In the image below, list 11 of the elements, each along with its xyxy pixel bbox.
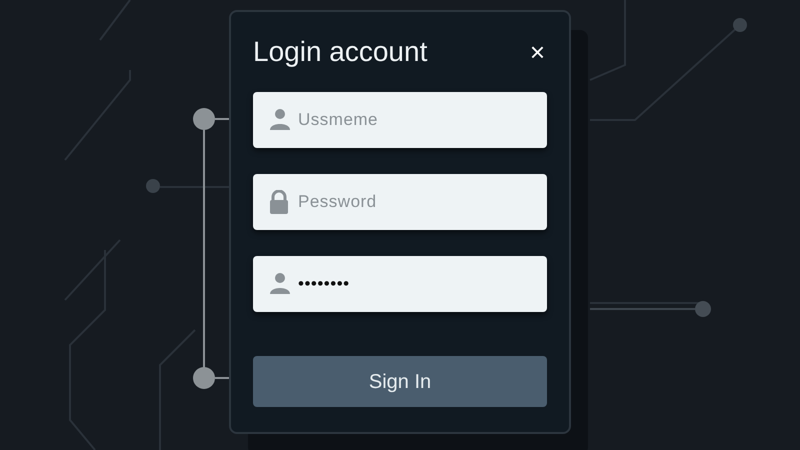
dialog-title: Login account [253, 38, 428, 66]
lock-icon [269, 190, 289, 214]
circuit-trace [99, 0, 131, 41]
input-field[interactable]: •••••••• [253, 256, 547, 312]
sign-in-button[interactable]: Sign In [253, 356, 547, 407]
input-field[interactable]: Ussmeme [253, 92, 547, 148]
close-button[interactable]: × [530, 39, 545, 65]
input-field[interactable]: Pessword [253, 174, 547, 230]
circuit-node [733, 18, 747, 32]
person-icon [269, 108, 291, 130]
person-icon [269, 272, 291, 294]
